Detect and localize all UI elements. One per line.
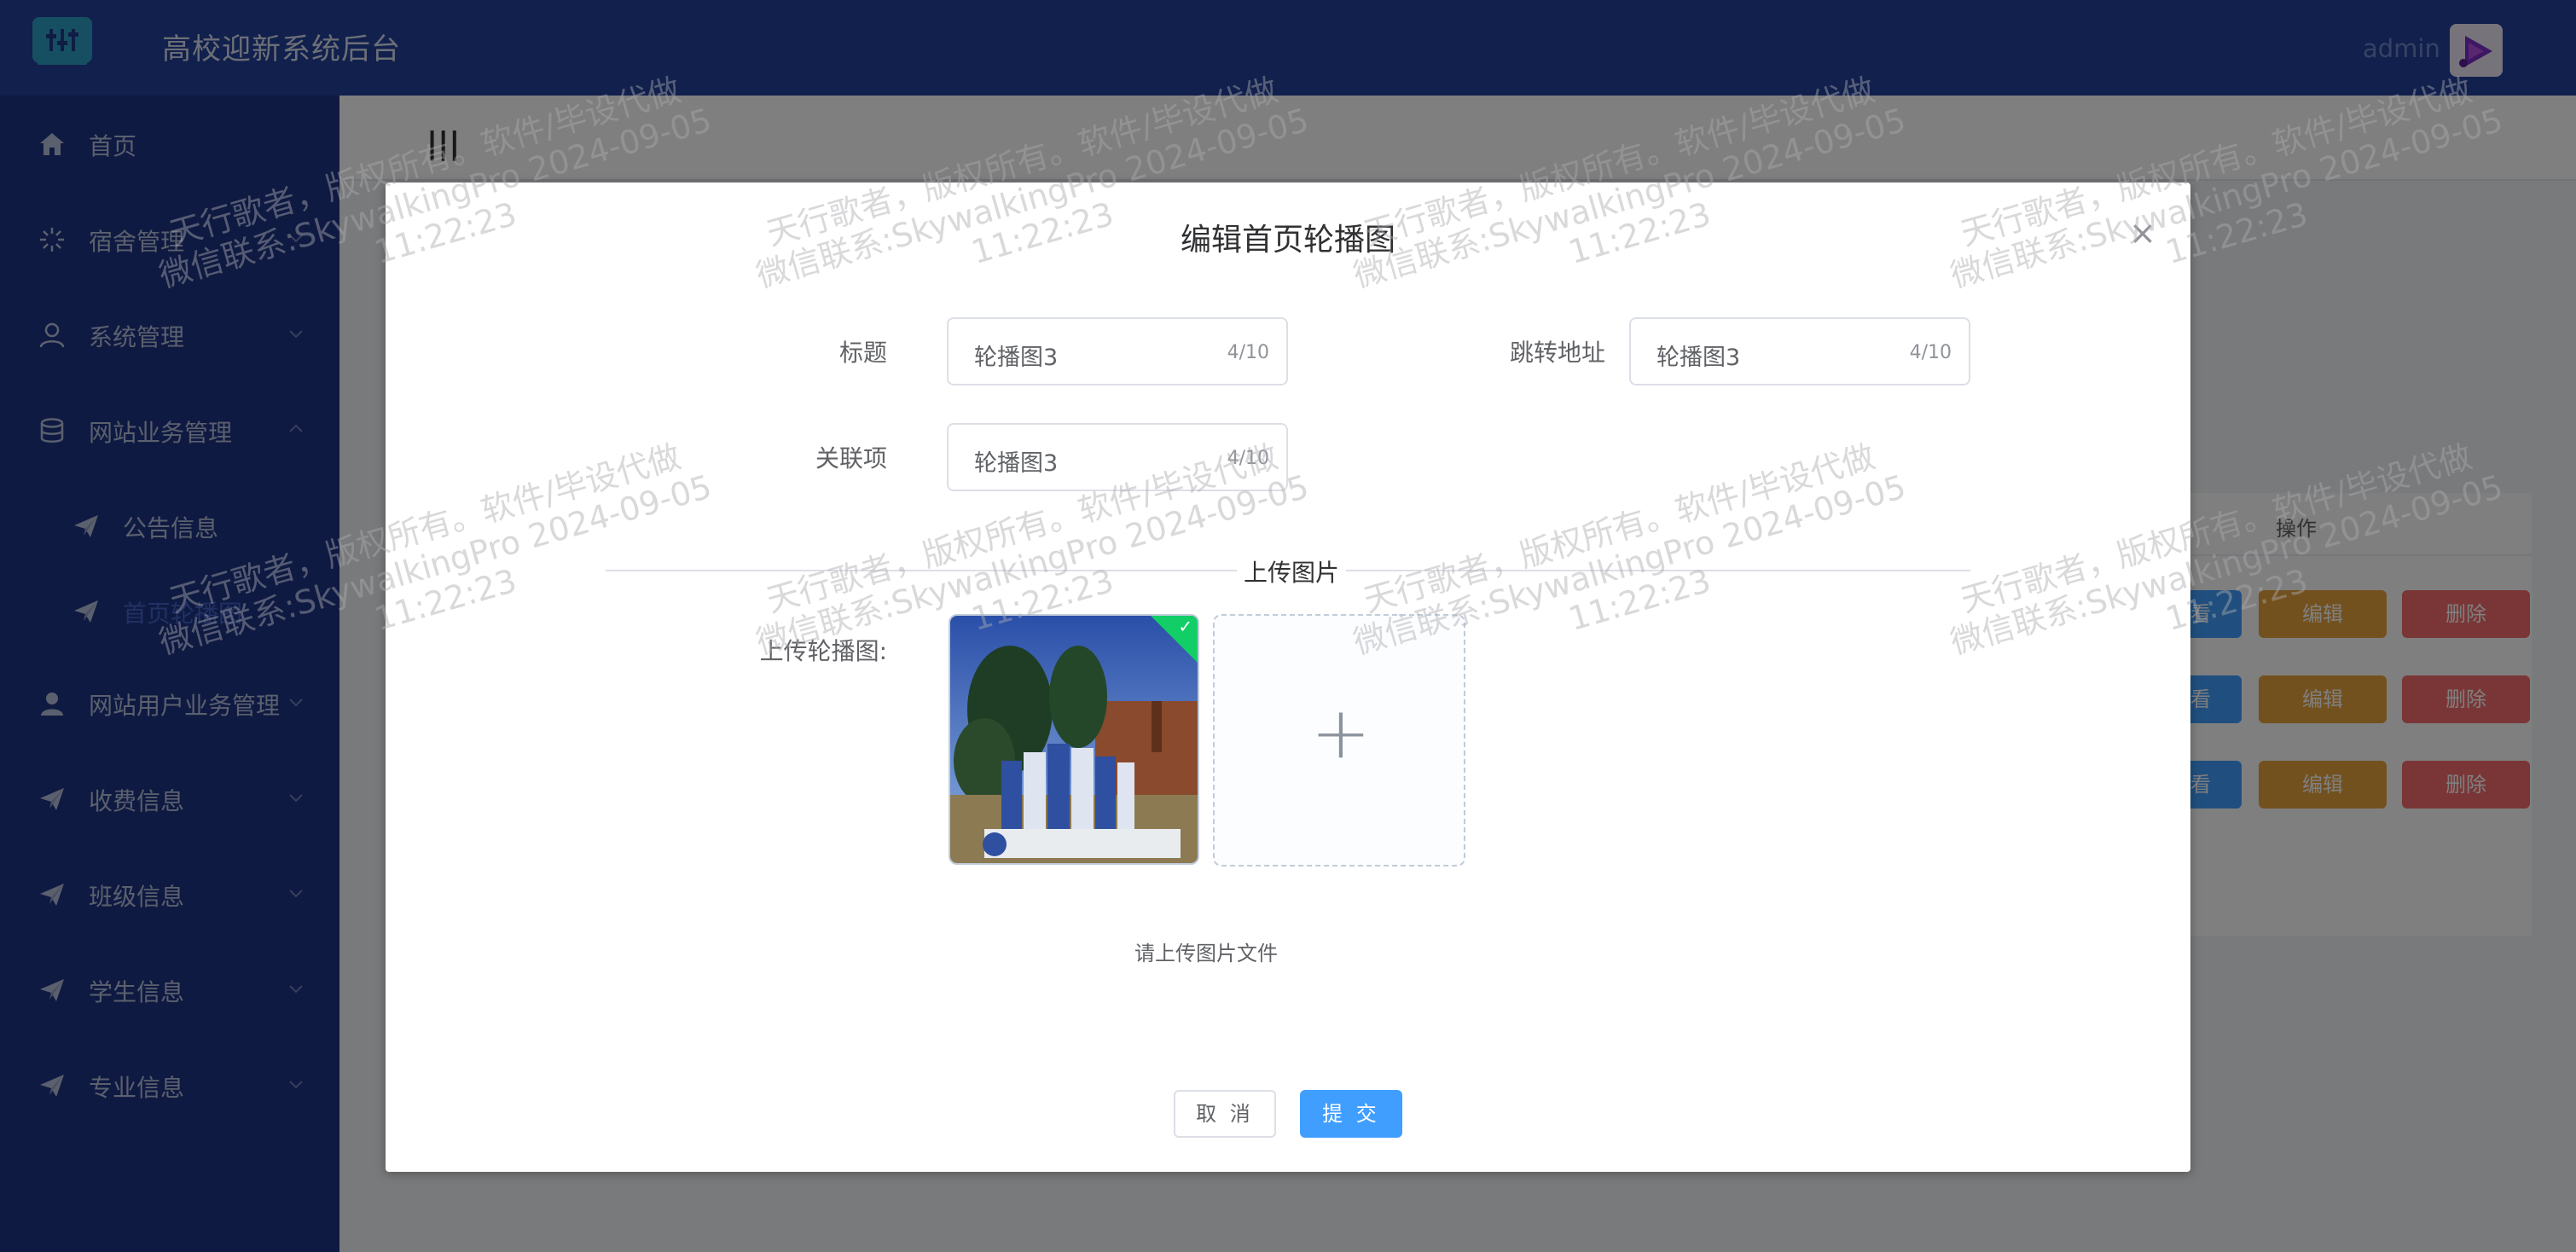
campus-photo xyxy=(950,616,1198,863)
upload-add-button[interactable]: + xyxy=(1213,614,1465,867)
dialog-title: 编辑首页轮播图 xyxy=(1180,223,1395,258)
related-char-count: 4/10 xyxy=(1227,448,1269,469)
upload-tip: 请上传图片文件 xyxy=(1134,942,1278,965)
cancel-button[interactable]: 取 消 xyxy=(1174,1090,1276,1138)
upload-label: 上传轮播图: xyxy=(759,637,887,665)
title-label: 标题 xyxy=(838,339,887,367)
url-input-value: 轮播图3 xyxy=(1656,345,1741,371)
edit-carousel-dialog: 编辑首页轮播图 × 标题 轮播图3 4/10 跳转地址 轮播图3 4/10 关联… xyxy=(386,183,2190,1172)
related-label: 关联项 xyxy=(815,444,887,472)
url-input[interactable]: 轮播图3 4/10 xyxy=(1629,317,1970,385)
close-icon[interactable]: × xyxy=(2129,217,2156,249)
section-divider-right xyxy=(1336,570,1970,571)
check-icon: ✓ xyxy=(1178,616,1193,637)
url-label: 跳转地址 xyxy=(1509,339,1605,367)
title-char-count: 4/10 xyxy=(1227,342,1269,363)
title-input-value: 轮播图3 xyxy=(974,345,1059,371)
related-input[interactable]: 轮播图3 4/10 xyxy=(947,423,1288,491)
section-divider-left xyxy=(606,570,1237,571)
url-char-count: 4/10 xyxy=(1909,342,1952,363)
submit-button[interactable]: 提 交 xyxy=(1300,1090,1402,1138)
related-input-value: 轮播图3 xyxy=(974,450,1059,477)
uploaded-carousel-image[interactable]: ✓ xyxy=(949,614,1199,865)
upload-section-title: 上传图片 xyxy=(1237,554,1347,588)
title-input[interactable]: 轮播图3 4/10 xyxy=(947,317,1288,385)
plus-icon: + xyxy=(1310,691,1372,774)
